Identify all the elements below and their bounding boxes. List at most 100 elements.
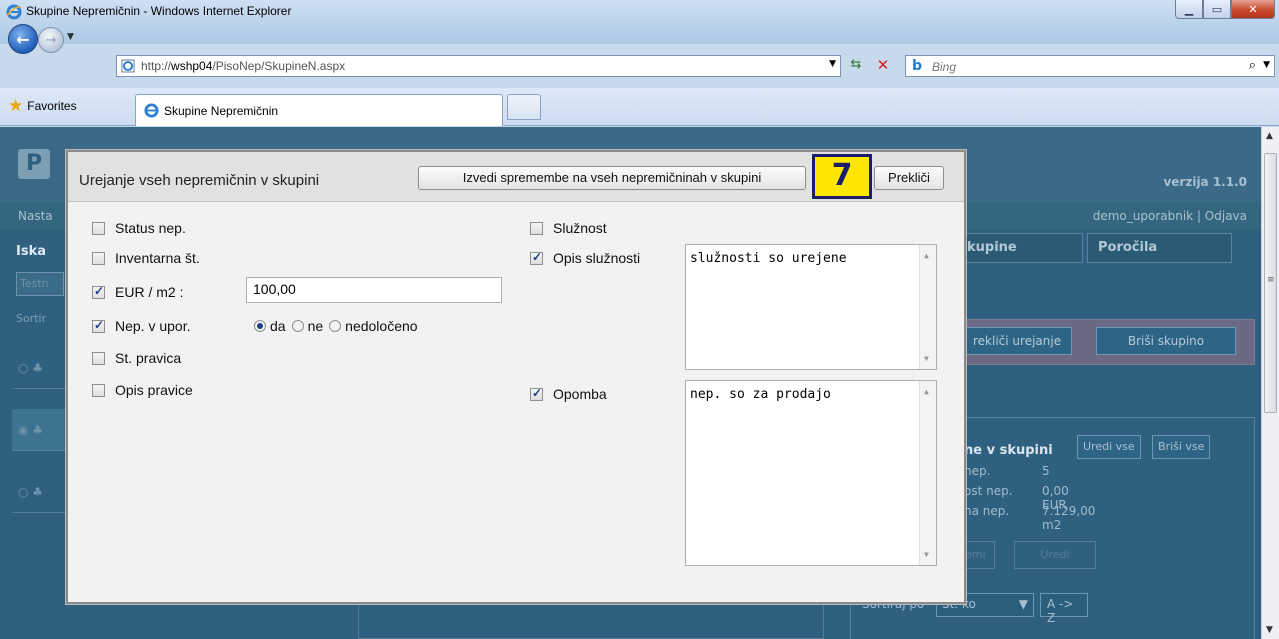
field-status: Status nep.: [92, 220, 186, 236]
group-title: ne v skupini: [964, 443, 1053, 458]
ie-tab-icon: [144, 103, 159, 118]
browser-tab[interactable]: Skupine Nepremičnin: [135, 94, 503, 126]
page-icon: [121, 59, 135, 73]
field-opis-pravice: Opis pravice: [92, 382, 193, 398]
inventarna-checkbox[interactable]: [92, 251, 105, 265]
apply-changes-button[interactable]: Izvedi spremembe na vseh nepremičninah v…: [418, 166, 806, 190]
cancel-button[interactable]: Prekliči: [874, 166, 944, 190]
search-icon[interactable]: ⌕: [1249, 58, 1256, 73]
st-pravica-label: St. pravica: [115, 350, 182, 366]
scroll-grip-icon: ≡: [1267, 275, 1275, 285]
bing-icon: b: [912, 58, 923, 74]
tab-skupine[interactable]: kupine: [956, 233, 1083, 263]
user-info[interactable]: demo_uporabnik | Odjava: [1093, 209, 1247, 223]
field-opomba: Opomba: [530, 386, 607, 402]
favorites-bar: ★ Favorites Skupine Nepremičnin: [0, 88, 1279, 126]
search-input-bg[interactable]: Testn: [16, 272, 64, 296]
list-item[interactable]: ○ ♣: [12, 471, 72, 513]
window-titlebar: Skupine Nepremičnin - Windows Internet E…: [0, 0, 1279, 54]
radio-nedoloceno-dot[interactable]: [329, 320, 342, 332]
close-window-button[interactable]: ✕: [1231, 0, 1275, 19]
field-opis-sluznosti: Opis služnosti: [530, 250, 640, 266]
ie-logo-icon: [6, 4, 22, 20]
nep-v-upor-checkbox[interactable]: [92, 318, 105, 333]
field-st-pravica: St. pravica: [92, 350, 181, 366]
radio-da-dot[interactable]: [254, 320, 266, 332]
scroll-up-icon[interactable]: ▲: [1266, 131, 1273, 141]
radio-nedoloceno[interactable]: nedoločeno: [329, 318, 418, 334]
sluznost-label: Služnost: [553, 220, 607, 236]
search-heading: Iska: [16, 244, 46, 259]
delete-group-button[interactable]: Briši skupino: [1096, 327, 1236, 355]
address-url: http://wshp04/PisoNep/SkupineN.aspx: [141, 59, 346, 73]
dialog-header: Urejanje vseh nepremičnin v skupini Izve…: [68, 152, 964, 202]
address-bar[interactable]: http://wshp04/PisoNep/SkupineN.aspx ▼: [116, 55, 841, 77]
search-box[interactable]: b Bing ⌕ ▼: [905, 55, 1275, 77]
opomba-text: nep. so za prodajo: [690, 387, 831, 402]
info-row: nep. 5: [964, 464, 1050, 478]
favorites-button[interactable]: ★ Favorites: [8, 96, 77, 116]
list-item[interactable]: ○ ♣: [12, 347, 72, 389]
eur-m2-checkbox[interactable]: [92, 284, 105, 299]
sort-label-bg: Sortir: [16, 312, 47, 325]
forward-button[interactable]: →: [38, 27, 64, 53]
bulk-edit-dialog: Urejanje vseh nepremičnin v skupini Izve…: [66, 150, 966, 604]
version-label: verzija 1.1.0: [1163, 175, 1247, 189]
refresh-icon[interactable]: ⇆: [845, 57, 867, 75]
edit-button[interactable]: Uredi: [1014, 541, 1096, 569]
nav-item-partial[interactable]: Nasta: [18, 209, 53, 223]
star-icon: ★: [8, 96, 24, 115]
radio-ne[interactable]: ne: [291, 318, 323, 334]
inventarna-label: Inventarna št.: [115, 250, 200, 266]
cancel-edit-button[interactable]: rekliči urejanje: [962, 327, 1073, 355]
opomba-textarea[interactable]: nep. so za prodajo ▲ ▼: [685, 380, 937, 566]
info-row: na nep. 7.129,00 m2: [964, 504, 1096, 532]
list-item[interactable]: ◉ ♣: [12, 409, 72, 451]
textarea-scrollbar[interactable]: ▲ ▼: [919, 381, 936, 565]
sort-direction-button[interactable]: A -> Z: [1040, 593, 1088, 625]
field-inventarna: Inventarna št.: [92, 250, 200, 266]
opis-pravice-label: Opis pravice: [115, 382, 193, 398]
radio-ne-dot[interactable]: [291, 320, 304, 332]
address-dropdown-icon[interactable]: ▼: [829, 59, 836, 69]
edit-all-button[interactable]: Uredi vse: [1077, 435, 1141, 459]
new-tab-button[interactable]: [507, 94, 541, 120]
window-controls: ▁ ▭ ✕: [1175, 0, 1275, 20]
status-checkbox[interactable]: [92, 221, 105, 235]
search-placeholder: Bing: [932, 60, 957, 74]
chevron-down-icon: ▼: [1018, 597, 1028, 611]
opomba-label: Opomba: [553, 386, 607, 402]
st-pravica-checkbox[interactable]: [92, 351, 105, 365]
opomba-checkbox[interactable]: [530, 386, 543, 401]
tab-title: Skupine Nepremičnin: [164, 103, 279, 118]
maximize-button[interactable]: ▭: [1203, 0, 1231, 19]
radio-da[interactable]: da: [254, 318, 286, 334]
favorites-label: Favorites: [27, 99, 77, 113]
stop-icon[interactable]: ✕: [872, 56, 894, 74]
info-row: ost nep. 0,00 EUR: [964, 484, 1069, 512]
nep-v-upor-label: Nep. v upor.: [115, 318, 191, 334]
sluznost-checkbox[interactable]: [530, 221, 543, 235]
textarea-scrollbar[interactable]: ▲ ▼: [919, 245, 936, 369]
window-title: Skupine Nepremičnin - Windows Internet E…: [26, 4, 292, 18]
back-button[interactable]: ←: [8, 24, 38, 54]
usage-radio-group: da ne nedoločeno: [254, 318, 424, 334]
eur-m2-input[interactable]: 100,00: [246, 277, 502, 303]
tab-porocila[interactable]: Poročila: [1087, 233, 1232, 263]
minimize-button[interactable]: ▁: [1175, 0, 1203, 19]
page-scrollbar[interactable]: ▲ ≡ ▼: [1261, 127, 1279, 639]
step-badge: 7: [812, 154, 872, 199]
history-dropdown-icon[interactable]: ▼: [67, 32, 74, 42]
app-logo: P: [18, 149, 50, 179]
opis-pravice-checkbox[interactable]: [92, 383, 105, 397]
field-nep-v-upor: Nep. v upor.: [92, 318, 191, 334]
dialog-title: Urejanje vseh nepremičnin v skupini: [79, 172, 320, 189]
search-dropdown-icon[interactable]: ▼: [1263, 60, 1270, 70]
scroll-down-icon[interactable]: ▼: [1266, 625, 1273, 635]
field-eur-m2: EUR / m2 :: [92, 284, 183, 300]
delete-all-button[interactable]: Briši vse: [1152, 435, 1211, 459]
opis-sluznosti-textarea[interactable]: služnosti so urejene ▲ ▼: [685, 244, 937, 370]
field-sluznost: Služnost: [530, 220, 607, 236]
opis-sluznosti-label: Opis služnosti: [553, 250, 641, 266]
opis-sluznosti-checkbox[interactable]: [530, 250, 543, 265]
